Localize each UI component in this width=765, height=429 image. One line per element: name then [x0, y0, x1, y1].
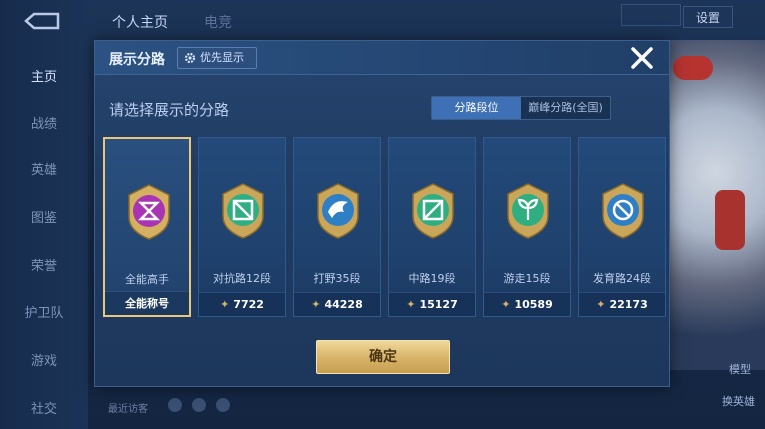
- lane-card-clash[interactable]: 对抗路12段 ✦ 7722: [198, 137, 286, 317]
- sidebar-item-home[interactable]: 主页: [0, 66, 88, 85]
- card-name: 对抗路12段: [213, 272, 271, 285]
- gear-icon: [184, 52, 196, 64]
- card-score: ✦ 10589: [484, 292, 570, 316]
- toggle-lane-rank[interactable]: 分路段位: [432, 97, 521, 119]
- sidebar-item-record[interactable]: 战绩: [0, 113, 88, 132]
- lane-source-toggle: 分路段位 巅峰分路(全国): [431, 96, 611, 120]
- card-name: 中路19段: [408, 272, 456, 285]
- lane-card-all-round[interactable]: 全能高手 全能称号: [103, 137, 191, 317]
- rank-star-icon: ✦: [596, 298, 606, 311]
- sidebar-item-game[interactable]: 游戏: [0, 350, 88, 369]
- recent-visitors-label: 最近访客: [108, 404, 148, 415]
- card-name: 全能高手: [125, 273, 169, 286]
- sidebar-item-social[interactable]: 社交: [0, 398, 88, 417]
- card-name: 游走15段: [503, 272, 551, 285]
- rank-star-icon: ✦: [311, 298, 321, 311]
- priority-display-label: 优先显示: [200, 51, 244, 64]
- model-label[interactable]: 模型: [729, 361, 751, 377]
- card-score: ✦ 44228: [294, 292, 380, 316]
- lane-card-roam[interactable]: 游走15段 ✦ 10589: [483, 137, 571, 317]
- tab-esports[interactable]: 电竞: [204, 12, 232, 32]
- visitor-avatar[interactable]: [216, 398, 230, 412]
- farm-lane-emblem-icon: [602, 183, 644, 239]
- rank-star-icon: ✦: [220, 298, 230, 311]
- visitor-avatar[interactable]: [168, 398, 182, 412]
- settings-button[interactable]: 设置: [683, 6, 733, 28]
- lane-cards: 全能高手 全能称号 对抗路12段 ✦ 7722 打野35段 ✦ 44228 中路…: [103, 137, 666, 317]
- sidebar-item-heroes[interactable]: 英雄: [0, 159, 88, 178]
- hero-artwork: [655, 40, 765, 370]
- sidebar-item-guard[interactable]: 护卫队: [0, 302, 88, 321]
- clash-lane-emblem-icon: [222, 183, 264, 239]
- lane-card-farm[interactable]: 发育路24段 ✦ 22173: [578, 137, 666, 317]
- rank-star-icon: ✦: [406, 298, 416, 311]
- priority-display-button[interactable]: 优先显示: [177, 47, 257, 69]
- lane-card-jungle[interactable]: 打野35段 ✦ 44228: [293, 137, 381, 317]
- card-footer: 全能称号: [105, 291, 189, 315]
- display-lane-dialog: 展示分路 优先显示 请选择展示的分路 分路段位 巅峰分路(全国) 全能高手 全能…: [94, 40, 670, 387]
- tab-profile[interactable]: 个人主页: [112, 12, 168, 32]
- card-score: ✦ 22173: [579, 292, 665, 316]
- sidebar-item-honor[interactable]: 荣誉: [0, 255, 88, 274]
- toggle-peak-lane[interactable]: 巅峰分路(全国): [521, 97, 610, 119]
- sidebar-item-codex[interactable]: 图鉴: [0, 207, 88, 226]
- dialog-title: 展示分路: [109, 52, 165, 68]
- change-hero-label[interactable]: 换英雄: [722, 393, 755, 409]
- confirm-button[interactable]: 确定: [316, 340, 450, 374]
- lane-card-mid[interactable]: 中路19段 ✦ 15127: [388, 137, 476, 317]
- roam-emblem-icon: [507, 183, 549, 239]
- rank-star-icon: ✦: [501, 298, 511, 311]
- card-score: ✦ 7722: [199, 292, 285, 316]
- visitor-avatar[interactable]: [192, 398, 206, 412]
- sidebar: 主页 战绩 英雄 图鉴 荣誉 护卫队 游戏 社交: [0, 0, 88, 429]
- card-score: ✦ 15127: [389, 292, 475, 316]
- mid-lane-emblem-icon: [412, 183, 454, 239]
- all-round-emblem-icon: [128, 184, 170, 240]
- dialog-header: 展示分路 优先显示: [95, 41, 669, 75]
- back-arrow-icon[interactable]: [22, 10, 62, 32]
- close-icon[interactable]: [629, 45, 655, 71]
- top-status-panel: [621, 4, 681, 26]
- jungle-emblem-icon: [317, 183, 359, 239]
- select-prompt: 请选择展示的分路: [109, 101, 230, 119]
- card-name: 打野35段: [313, 272, 361, 285]
- card-name: 发育路24段: [593, 272, 651, 285]
